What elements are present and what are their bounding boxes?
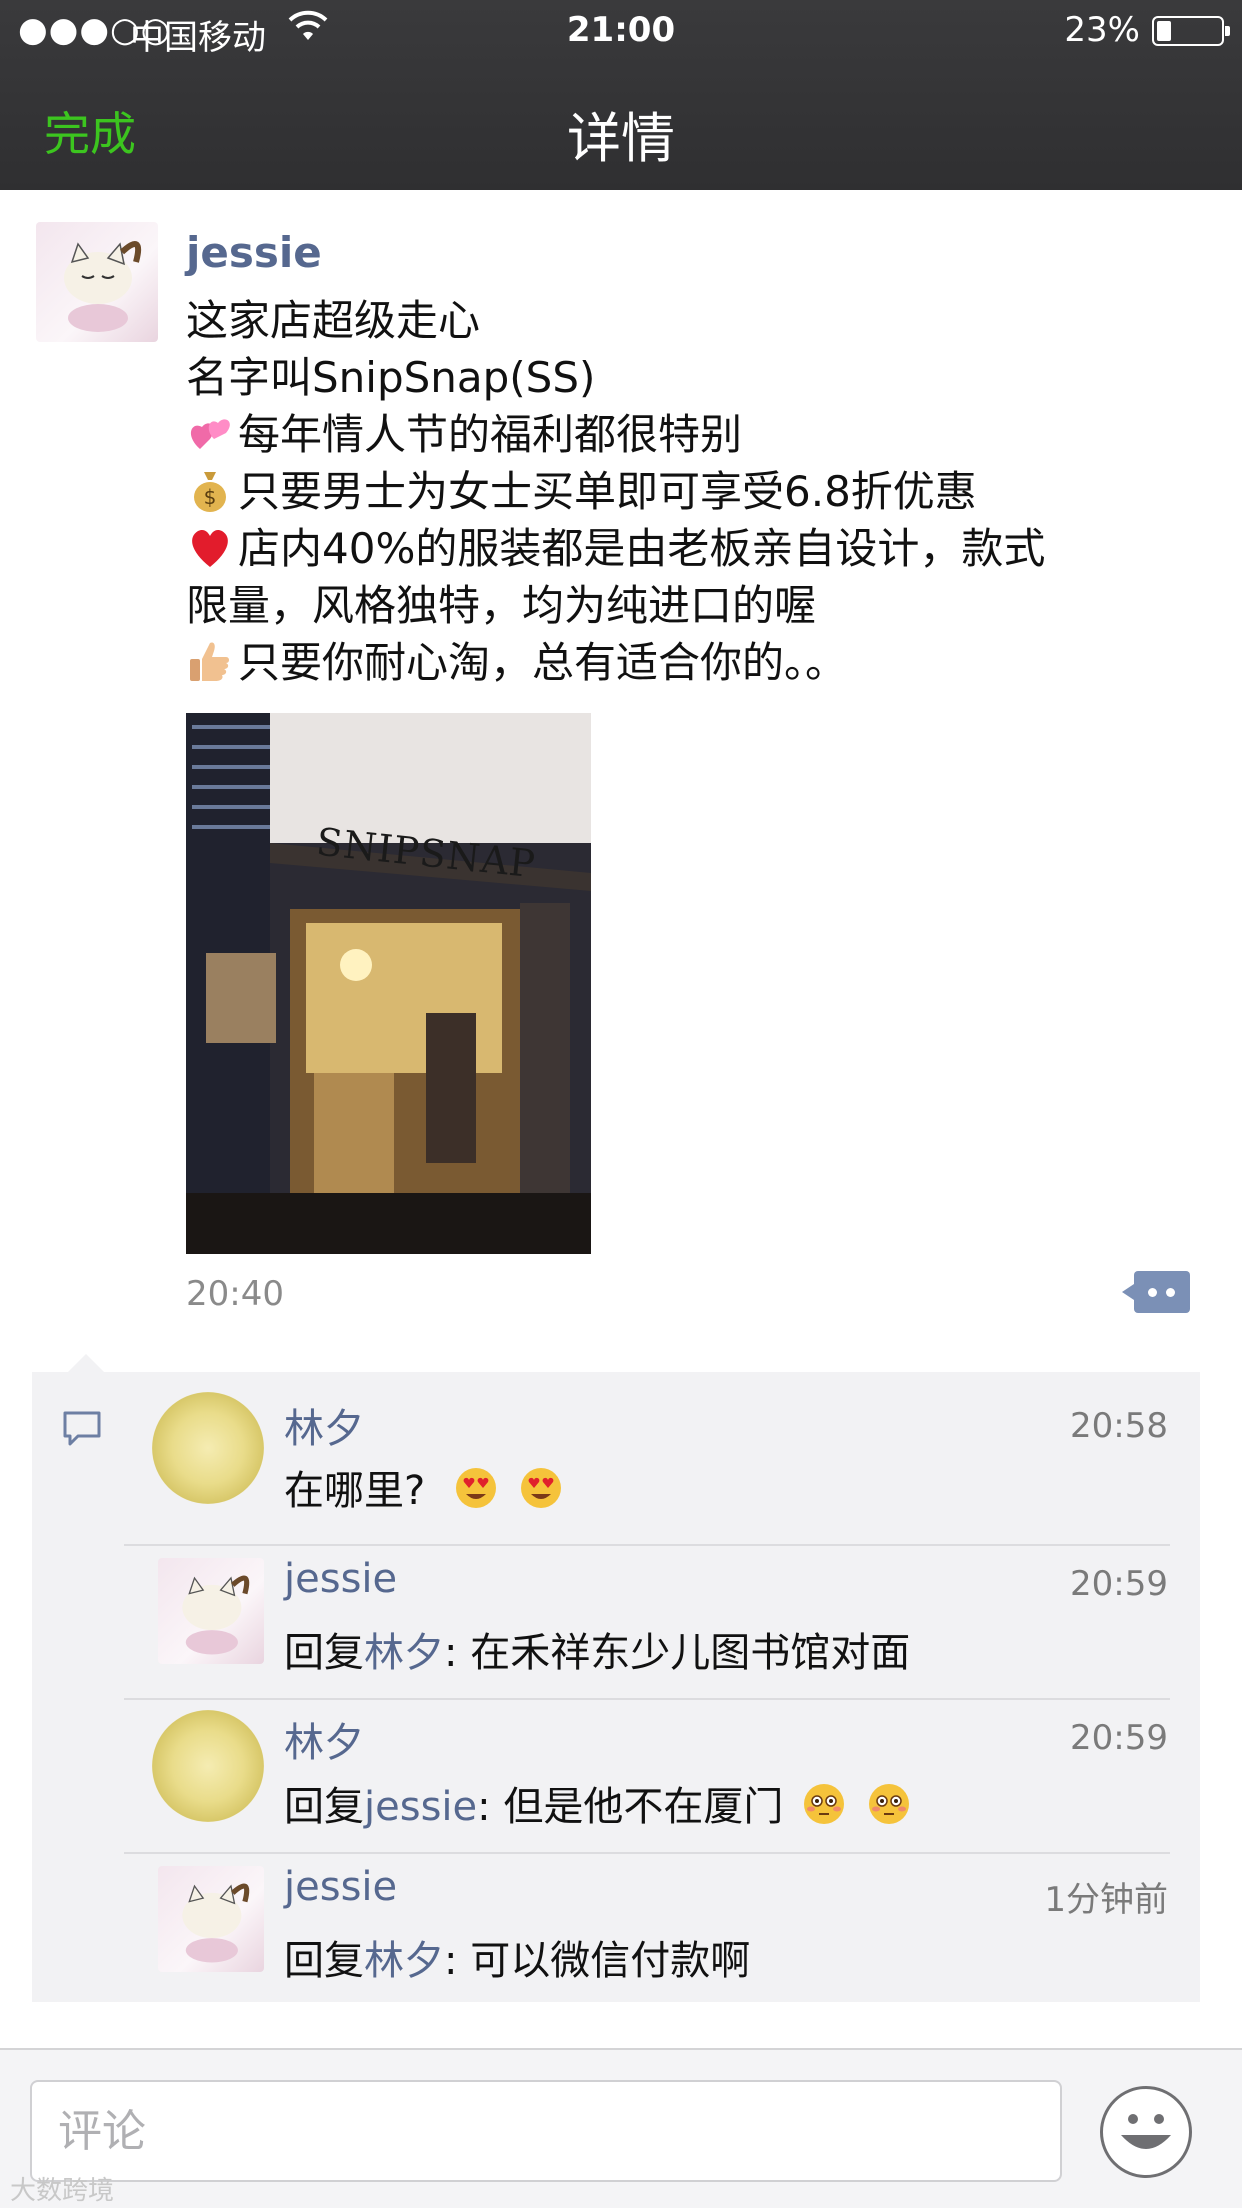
post-photo[interactable]: SNIPSNAP [186,713,591,1254]
post-time: 20:40 [186,1274,284,1314]
flushed-emoji-icon [804,1784,845,1824]
commenter-name[interactable]: 林夕 [284,1710,364,1768]
watermark: 大数跨境 [10,2176,115,2206]
red-heart-emoji-icon [192,529,228,567]
comment-divider [124,1698,1170,1700]
comment-text: 回复林夕: 可以微信付款啊 [284,1938,751,1984]
comment-divider [124,1852,1170,1854]
post-line: 只要你耐心淘，总有适合你的。。 [186,634,1196,691]
flushed-emoji-icon [868,1784,909,1824]
post-author-name[interactable]: jessie [186,228,322,277]
comment-list: 林夕 20:58 在哪里? jessie 20:59 回复林夕: 在禾祥东少儿图… [32,1354,1200,2002]
post-body: 这家店超级走心 名字叫SnipSnap(SS) 每年情人节的福利都很特别 $ 只要… [186,292,1196,691]
comment-item[interactable]: 林夕 20:58 在哪里? [124,1392,1200,1546]
status-time: 21:00 [566,10,676,50]
comment-time: 20:59 [1070,1564,1168,1604]
comment-icon [63,1411,101,1446]
reply-to-name[interactable]: 林夕 [364,1938,444,1984]
comment-input-bar [0,2048,1242,2208]
page-title: 详情 [567,107,675,170]
comment-divider [124,1544,1170,1546]
battery-percent: 23% [1064,10,1140,50]
heart-eyes-emoji-icon [455,1468,496,1508]
post-line: 名字叫SnipSnap(SS) [186,353,596,402]
commenter-name[interactable]: jessie [284,1864,397,1910]
cat-avatar-icon [64,241,142,332]
emoji-button[interactable] [1100,2086,1192,2178]
comment-input[interactable] [30,2080,1062,2182]
commenter-name[interactable]: 林夕 [284,1396,364,1454]
smiley-icon [1121,2114,1171,2149]
nav-bar: 完成 详情 [0,62,1242,190]
post-line: 限量，风格独特，均为纯进口的喔 [186,581,817,630]
thumbs-up-emoji-icon [190,642,229,681]
heart-eyes-emoji-icon [520,1468,561,1508]
commenter-avatar[interactable] [158,1558,264,1664]
commenter-name[interactable]: jessie [284,1556,397,1602]
comment-item[interactable]: jessie 1分钟前 回复林夕: 可以微信付款啊 [124,1864,1200,1984]
comment-time: 20:58 [1070,1406,1168,1446]
comment-text: 回复jessie: 但是他不在厦门 [284,1774,917,1832]
post-line: $ 只要男士为女士买单即可享受6.8折优惠 [186,463,1196,520]
battery-icon [1152,16,1230,46]
more-actions-button[interactable] [1122,1271,1190,1313]
comment-text: 在哪里? [284,1458,569,1516]
comment-text: 回复林夕: 在禾祥东少儿图书馆对面 [284,1630,911,1676]
cat-avatar-icon [182,1883,250,1963]
comment-item[interactable]: jessie 20:59 回复林夕: 在禾祥东少儿图书馆对面 [124,1556,1200,1700]
post-line: 这家店超级走心 [186,296,481,345]
comment-time: 1分钟前 [1044,1880,1168,1920]
two-hearts-emoji-icon [190,419,230,449]
reply-to-name[interactable]: 林夕 [364,1630,444,1676]
svg-text:$: $ [204,485,217,509]
commenter-avatar[interactable] [158,1866,264,1972]
reply-to-name[interactable]: jessie [364,1784,477,1830]
comment-item[interactable]: 林夕 20:59 回复jessie: 但是他不在厦门 [124,1710,1200,1854]
cat-avatar-icon [182,1575,250,1655]
commenter-avatar[interactable] [152,1392,264,1504]
status-bar: ●●●○○ 中国移动 21:00 23% [0,0,1242,62]
commenter-avatar[interactable] [152,1710,264,1822]
storefront-photo [186,713,591,1254]
comment-time: 20:59 [1070,1718,1168,1758]
post-line: 店内40%的服装都是由老板亲自设计，款式 [186,520,1196,577]
post-author-avatar[interactable] [36,222,158,342]
top-bar: ●●●○○ 中国移动 21:00 23% 完成 详情 [0,0,1242,190]
post-line: 每年情人节的福利都很特别 [186,406,1196,463]
money-bag-emoji-icon: $ [194,472,226,512]
